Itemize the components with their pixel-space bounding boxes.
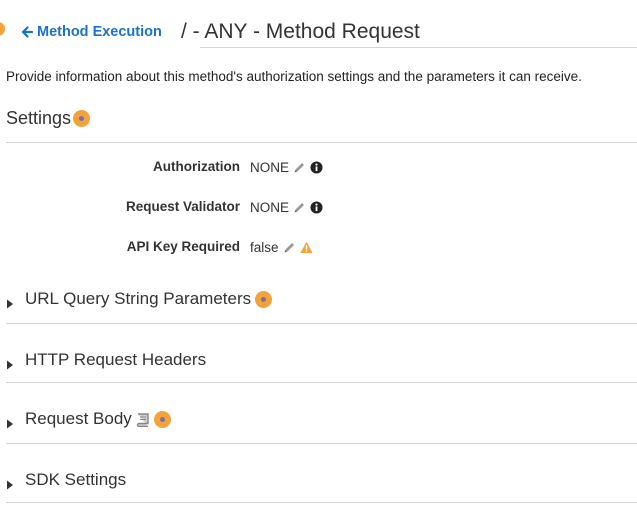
authorization-value-group: NONE	[250, 157, 323, 177]
back-link-label: Method Execution	[37, 24, 162, 40]
settings-title: Settings	[6, 107, 72, 128]
request-validator-label: Request Validator	[125, 199, 240, 214]
info-circle-icon[interactable]	[310, 161, 323, 174]
pencil-icon[interactable]	[293, 201, 306, 214]
api-key-required-label: API Key Required	[126, 239, 240, 254]
section-label: SDK Settings	[25, 470, 127, 489]
caret-right-icon	[6, 475, 14, 490]
section-label: HTTP Request Headers	[25, 350, 207, 369]
api-key-required-value-group: false	[250, 237, 313, 257]
page-description: Provide information about this method's …	[6, 69, 582, 84]
header-divider	[200, 47, 637, 48]
caret-right-icon	[6, 294, 14, 309]
authorization-label: Authorization	[153, 159, 240, 174]
http-request-headers-section[interactable]: HTTP Request Headers	[6, 349, 206, 371]
url-query-string-parameters-section[interactable]: URL Query String Parameters	[6, 288, 273, 310]
request-body-section[interactable]: Request Body	[6, 408, 171, 430]
section-divider	[6, 443, 637, 444]
book-icon[interactable]	[135, 412, 150, 428]
api-key-required-value: false	[250, 239, 279, 255]
settings-divider	[6, 142, 637, 143]
section-label: URL Query String Parameters	[25, 289, 252, 308]
info-dot-icon[interactable]	[73, 109, 91, 127]
pencil-icon[interactable]	[283, 241, 296, 254]
caret-right-icon	[6, 414, 14, 429]
info-dot-icon[interactable]	[255, 290, 273, 308]
info-dot-icon[interactable]	[153, 410, 171, 428]
authorization-row: Authorization NONE	[0, 157, 637, 177]
section-divider	[6, 323, 637, 324]
settings-heading: Settings	[6, 106, 91, 130]
page-title: / - ANY - Method Request	[181, 20, 420, 43]
info-dot-icon	[0, 22, 5, 36]
back-to-method-execution-link[interactable]: Method Execution	[21, 22, 162, 42]
sdk-settings-section[interactable]: SDK Settings	[6, 469, 126, 491]
request-validator-value: NONE	[250, 199, 290, 215]
api-key-required-row: API Key Required false	[0, 237, 637, 257]
info-circle-icon[interactable]	[310, 201, 323, 214]
section-divider	[6, 502, 637, 503]
section-divider	[6, 382, 637, 383]
caret-right-icon	[6, 355, 14, 370]
arrow-left-icon	[21, 26, 34, 38]
pencil-icon[interactable]	[293, 161, 306, 174]
warning-triangle-icon[interactable]	[299, 241, 313, 254]
section-label: Request Body	[25, 409, 132, 428]
authorization-value: NONE	[250, 159, 290, 175]
request-validator-row: Request Validator NONE	[0, 197, 637, 217]
request-validator-value-group: NONE	[250, 197, 323, 217]
